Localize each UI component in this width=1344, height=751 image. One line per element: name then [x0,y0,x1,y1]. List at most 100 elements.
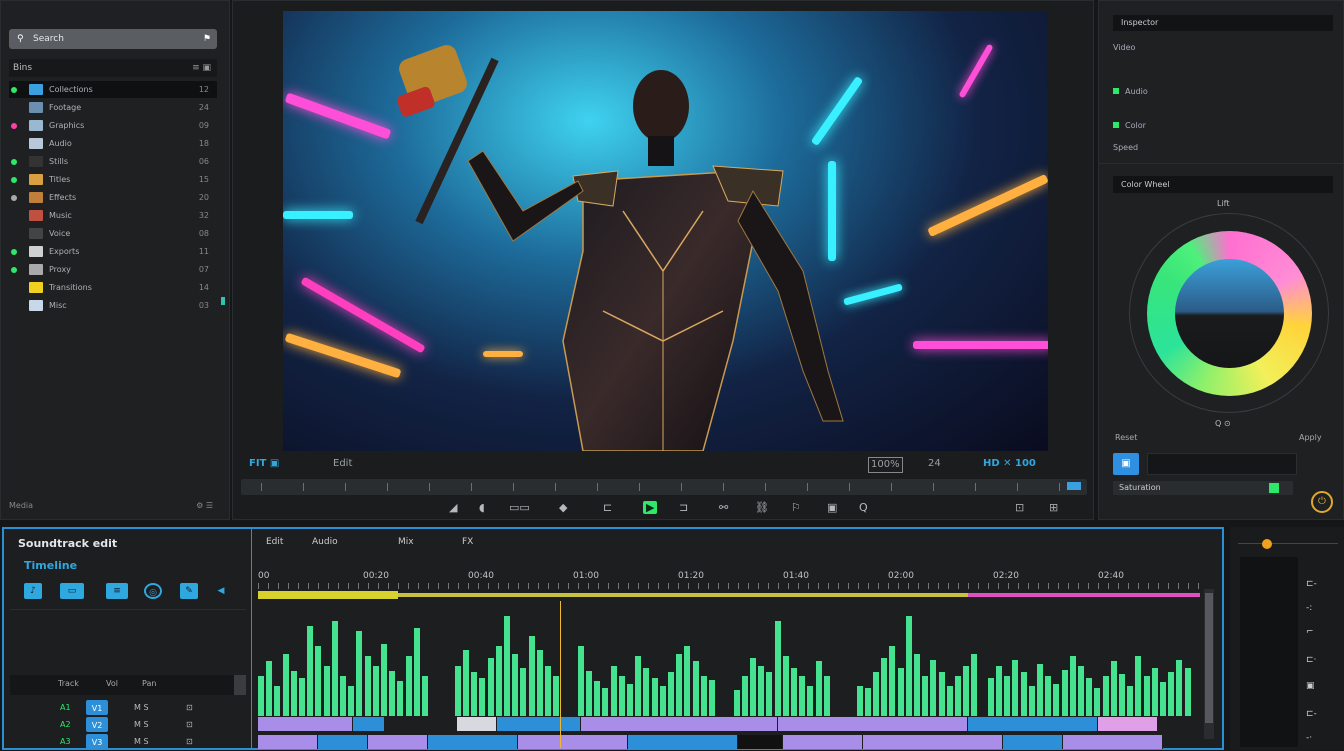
slip-tool-icon[interactable]: ◖ [479,501,485,514]
bin-item[interactable]: Transitions 14 [9,279,217,296]
speaker-tool-icon[interactable]: ◀ [212,583,230,599]
power-button[interactable]: ⏻ [1311,491,1333,513]
track-mute-solo[interactable]: M S [134,733,149,750]
link-icon[interactable]: ⛓ [755,501,769,514]
inspector-row[interactable]: Video [1113,43,1135,52]
scrubber-end-handle[interactable] [1067,482,1081,490]
edit-tool-icon[interactable]: ✎ [180,583,198,599]
timeline-clip[interactable] [258,735,318,749]
trim-tool-icon[interactable]: ◢ [449,501,457,514]
playhead[interactable] [560,601,561,748]
timeline-canvas[interactable]: Edit Audio Mix FX 00 00:20 00:40 01:00 01:20… [254,529,1220,749]
track-lock-icon[interactable]: ⊡ [186,733,193,750]
flag-icon[interactable]: ⚐ [791,501,801,514]
track-toggle-button[interactable]: V2 [86,717,108,732]
marker-icon[interactable]: ▣ [827,501,837,514]
tab-audio[interactable]: Audio [312,537,338,547]
tab-mix[interactable]: Mix [398,537,414,547]
track-lock-icon[interactable]: ⊡ [186,716,193,733]
timeline-clip[interactable] [368,735,428,749]
zoom-label[interactable]: 100% [868,457,903,473]
clip-track-1[interactable] [258,717,1204,731]
timeline-vertical-scrollbar[interactable] [1204,589,1214,739]
viewer-scrubber[interactable] [241,479,1087,495]
tab-fx[interactable]: FX [462,537,473,547]
play-button[interactable]: ▶ [643,501,658,514]
timeline-clip[interactable] [258,717,353,731]
blade-tool-icon[interactable]: ◆ [559,501,567,514]
color-wheel[interactable] [1147,231,1312,396]
meter-icon[interactable]: -: [1306,603,1312,613]
meter-icon[interactable]: ▣ [1306,681,1315,691]
mixer-tool-icon[interactable]: ≡ [106,583,128,599]
timeline-clip[interactable] [457,717,497,731]
waveform-tool-icon[interactable]: ▭ [60,583,84,599]
meter-icon[interactable]: ⊏- [1306,709,1317,719]
timeline-clip[interactable] [783,735,863,749]
audio-tool-icon[interactable]: ♪ [24,583,42,599]
track-header-row[interactable]: A2 V2 M S ⊡ [10,716,246,733]
zoom-icon[interactable]: Q [859,501,868,514]
filter-icon[interactable]: ⚑ [203,29,211,49]
meter-icon[interactable]: -· [1306,733,1312,743]
track-mute-solo[interactable]: M S [134,699,149,716]
track-header-scroll[interactable] [234,675,246,695]
audio-waveform[interactable] [258,604,1204,716]
tab-edit[interactable]: Edit [266,537,283,547]
inspector-row[interactable]: Color [1113,121,1146,130]
mark-out-icon[interactable]: ⊐ [679,501,688,514]
timeline-clip[interactable] [778,717,968,731]
track-header-row[interactable]: A1 V1 M S ⊡ [10,699,246,716]
track-mute-solo[interactable]: M S [134,716,149,733]
color-wheel-center[interactable] [1175,259,1284,368]
saturation-slider[interactable]: Saturation [1113,481,1293,495]
edit-mode-label[interactable]: Edit [333,453,352,475]
track-header-row[interactable]: A3 V3 M S ⊡ [10,733,246,750]
fullscreen-icon[interactable]: ⊡ [1015,501,1024,514]
magenta-range-bar[interactable] [968,593,1200,597]
timeline-clip[interactable] [497,717,581,731]
bin-item[interactable]: Collections 12 [9,81,217,98]
timeline-clip[interactable] [353,717,385,731]
timeline-clip[interactable] [628,735,738,749]
meter-icon[interactable]: ⊏- [1306,579,1317,589]
track-lock-icon[interactable]: ⊡ [186,699,193,716]
timeline-clip[interactable] [1003,735,1063,749]
scrollbar-thumb[interactable] [1205,593,1213,723]
clip-track-2[interactable] [258,735,1204,749]
timeline-clip[interactable] [1063,735,1163,749]
timecode-right[interactable]: HD ✕ 100 [983,453,1036,475]
meter-icon[interactable]: ⌐ [1306,627,1314,637]
timeline-clip[interactable] [863,735,1003,749]
apply-label[interactable]: Apply [1299,433,1322,442]
footer-left[interactable]: Media [9,501,33,510]
header-options-icon[interactable]: ≡ ▣ [192,59,211,77]
video-preview[interactable] [283,11,1048,451]
bin-item[interactable]: Effects 20 [9,189,217,206]
timeline-clip[interactable] [738,735,783,749]
bin-item[interactable]: Titles 15 [9,171,217,188]
yellow-range-bar[interactable] [258,591,398,599]
meter-icon[interactable]: ⊏· [1306,655,1316,665]
timeline-clip[interactable] [318,735,368,749]
bin-item[interactable]: Exports 11 [9,243,217,260]
scroll-indicator[interactable] [221,297,225,305]
fps-label[interactable]: 24 [928,453,941,475]
bin-item[interactable]: Graphics 09 [9,117,217,134]
bin-item[interactable]: Misc 03 [9,297,217,314]
settings-icon[interactable]: ⊞ [1049,501,1058,514]
track-toggle-button[interactable]: V1 [86,700,108,715]
timeline-ruler[interactable]: 00 00:20 00:40 01:00 01:20 01:40 02:00 02:20 02:… [258,569,1204,589]
timeline-clip[interactable] [1098,717,1158,731]
search-bar[interactable]: ⚲ Search ⚑ [9,29,217,49]
fit-mode-label[interactable]: FIT ▣ [249,453,279,475]
footer-right[interactable]: ⚙ ☰ [196,501,213,510]
range-tool-icon[interactable]: ▭▭ [509,501,530,514]
bin-item[interactable]: Footage 24 [9,99,217,116]
timeline-clip[interactable] [968,717,1098,731]
bin-item[interactable]: Stills 06 [9,153,217,170]
timeline-clip[interactable] [428,735,518,749]
record-tool-icon[interactable]: ◎ [144,583,162,599]
saturation-knob[interactable] [1269,483,1279,493]
inspector-value-field[interactable] [1147,453,1297,475]
